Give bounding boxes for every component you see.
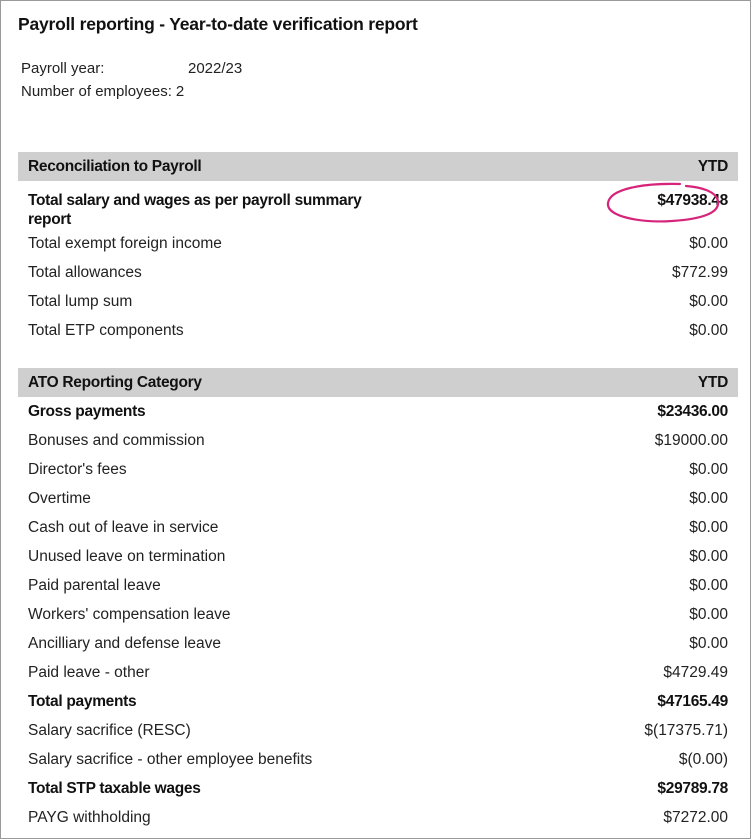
row-value: $(0.00) [678,751,728,768]
row-value: $29789.78 [657,780,728,797]
table-row: Gross payments $23436.00 [18,397,738,426]
payroll-year-value: 2022/23 [188,60,243,77]
row-value: $0.00 [689,293,728,310]
row-label: Total allowances [28,264,142,281]
row-label: Paid leave - other [28,664,150,681]
employees-row: Number of employees: 2 [21,82,242,105]
row-value: $23436.00 [657,403,728,420]
table-row: Total salary and wages as per payroll su… [18,181,738,229]
row-label: Total STP taxable wages [28,780,201,797]
row-label: Total salary and wages as per payroll su… [28,192,362,228]
row-label: Unused leave on termination [28,548,226,565]
table-row: Total lump sum $0.00 [18,287,738,316]
row-value: $0.00 [689,548,728,565]
table-row: Total exempt foreign income $0.00 [18,229,738,258]
table-row: Director's fees $0.00 [18,455,738,484]
employees-value: 2 [175,83,185,100]
row-label: Total ETP components [28,322,184,339]
row-label: Paid parental leave [28,577,161,594]
table-row: Paid parental leave $0.00 [18,571,738,600]
row-value: $47938.48 [606,182,728,223]
row-label: Gross payments [28,403,146,420]
table-row: Workers' compensation leave $0.00 [18,600,738,629]
row-value: $4729.49 [663,664,728,681]
row-label: Total exempt foreign income [28,235,222,252]
table-row: Total ETP components $0.00 [18,316,738,345]
ato-header-label: ATO Reporting Category [28,373,202,391]
row-label: Workers' compensation leave [28,606,231,623]
report-page: Payroll reporting - Year-to-date verific… [0,0,751,839]
table-row: Paid leave - other $4729.49 [18,658,738,687]
row-label: PAYG withholding [28,809,151,826]
table-row: Unused leave on termination $0.00 [18,542,738,571]
payroll-year-row: Payroll year: 2022/23 [21,59,242,82]
table-row: Ancilliary and defense leave $0.00 [18,629,738,658]
table-row: Cash out of leave in service $0.00 [18,513,738,542]
row-label: Cash out of leave in service [28,519,219,536]
row-label: Total lump sum [28,293,133,310]
row-value: $772.99 [671,264,728,281]
row-label: Bonuses and commission [28,432,205,449]
ato-header: ATO Reporting Category YTD [18,368,738,397]
row-value: $7272.00 [663,809,728,826]
table-row: Overtime $0.00 [18,484,738,513]
report-title: Payroll reporting - Year-to-date verific… [18,14,418,34]
table-row: Total allowances $772.99 [18,258,738,287]
row-value: $0.00 [689,461,728,478]
table-row: Bonuses and commission $19000.00 [18,426,738,455]
ato-section: ATO Reporting Category YTD Gross payment… [18,368,738,832]
payroll-year-label: Payroll year: [21,60,105,77]
ato-column-label: YTD [697,373,728,391]
row-label: Salary sacrifice (RESC) [28,722,191,739]
report-meta: Payroll year: 2022/23 Number of employee… [21,59,242,105]
row-value: $0.00 [689,490,728,507]
table-row: Total payments $47165.49 [18,687,738,716]
row-value: $0.00 [689,635,728,652]
row-label: Salary sacrifice - other employee benefi… [28,751,313,768]
row-value: $47165.49 [657,693,728,710]
row-value: $0.00 [689,322,728,339]
row-value: $0.00 [689,519,728,536]
row-label: Director's fees [28,461,127,478]
table-row: Salary sacrifice (RESC) $(17375.71) [18,716,738,745]
reconciliation-column-label: YTD [697,157,728,175]
table-row: PAYG withholding $7272.00 [18,803,738,832]
row-label: Total payments [28,693,137,710]
table-row: Salary sacrifice - other employee benefi… [18,745,738,774]
highlighted-value: $47938.48 [657,192,728,209]
row-value: $(17375.71) [644,722,728,739]
reconciliation-header: Reconciliation to Payroll YTD [18,152,738,181]
row-label: Ancilliary and defense leave [28,635,222,652]
table-row: Total STP taxable wages $29789.78 [18,774,738,803]
row-value: $0.00 [689,235,728,252]
row-value: $19000.00 [654,432,728,449]
row-label: Overtime [28,490,91,507]
employees-label: Number of employees: [21,83,172,100]
reconciliation-header-label: Reconciliation to Payroll [28,157,202,175]
reconciliation-section: Reconciliation to Payroll YTD Total sala… [18,152,738,345]
row-value: $0.00 [689,606,728,623]
row-value: $0.00 [689,577,728,594]
